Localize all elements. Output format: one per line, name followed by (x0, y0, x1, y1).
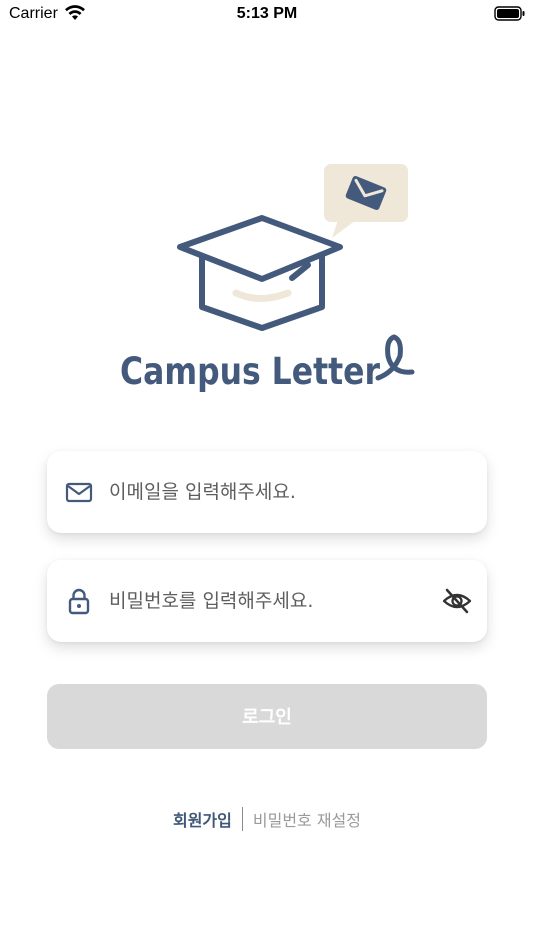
speech-bubble-icon (324, 164, 408, 238)
status-bar: Carrier 5:13 PM (0, 0, 534, 28)
password-field-card (47, 560, 487, 642)
brand-wordmark: Campus Letter (120, 350, 381, 393)
smile-mark (232, 289, 292, 302)
lock-icon (68, 588, 90, 615)
link-divider (241, 807, 243, 831)
graduation-cap-icon (177, 215, 343, 331)
email-field-card (47, 451, 487, 533)
reset-password-link[interactable]: 비밀번호 재설정 (253, 807, 361, 831)
campus-letter-logo: Campus Letter (120, 164, 415, 393)
mail-icon (65, 482, 93, 503)
clock: 5:13 PM (236, 5, 298, 22)
account-links: 회원가입 비밀번호 재설정 (0, 805, 534, 833)
leaf-flourish (375, 334, 415, 381)
eye-off-icon[interactable] (441, 585, 473, 617)
signup-link[interactable]: 회원가입 (173, 807, 232, 831)
battery-icon (494, 6, 525, 21)
email-input[interactable] (109, 471, 429, 513)
login-button[interactable]: 로그인 (47, 684, 487, 749)
password-input[interactable] (109, 580, 429, 622)
